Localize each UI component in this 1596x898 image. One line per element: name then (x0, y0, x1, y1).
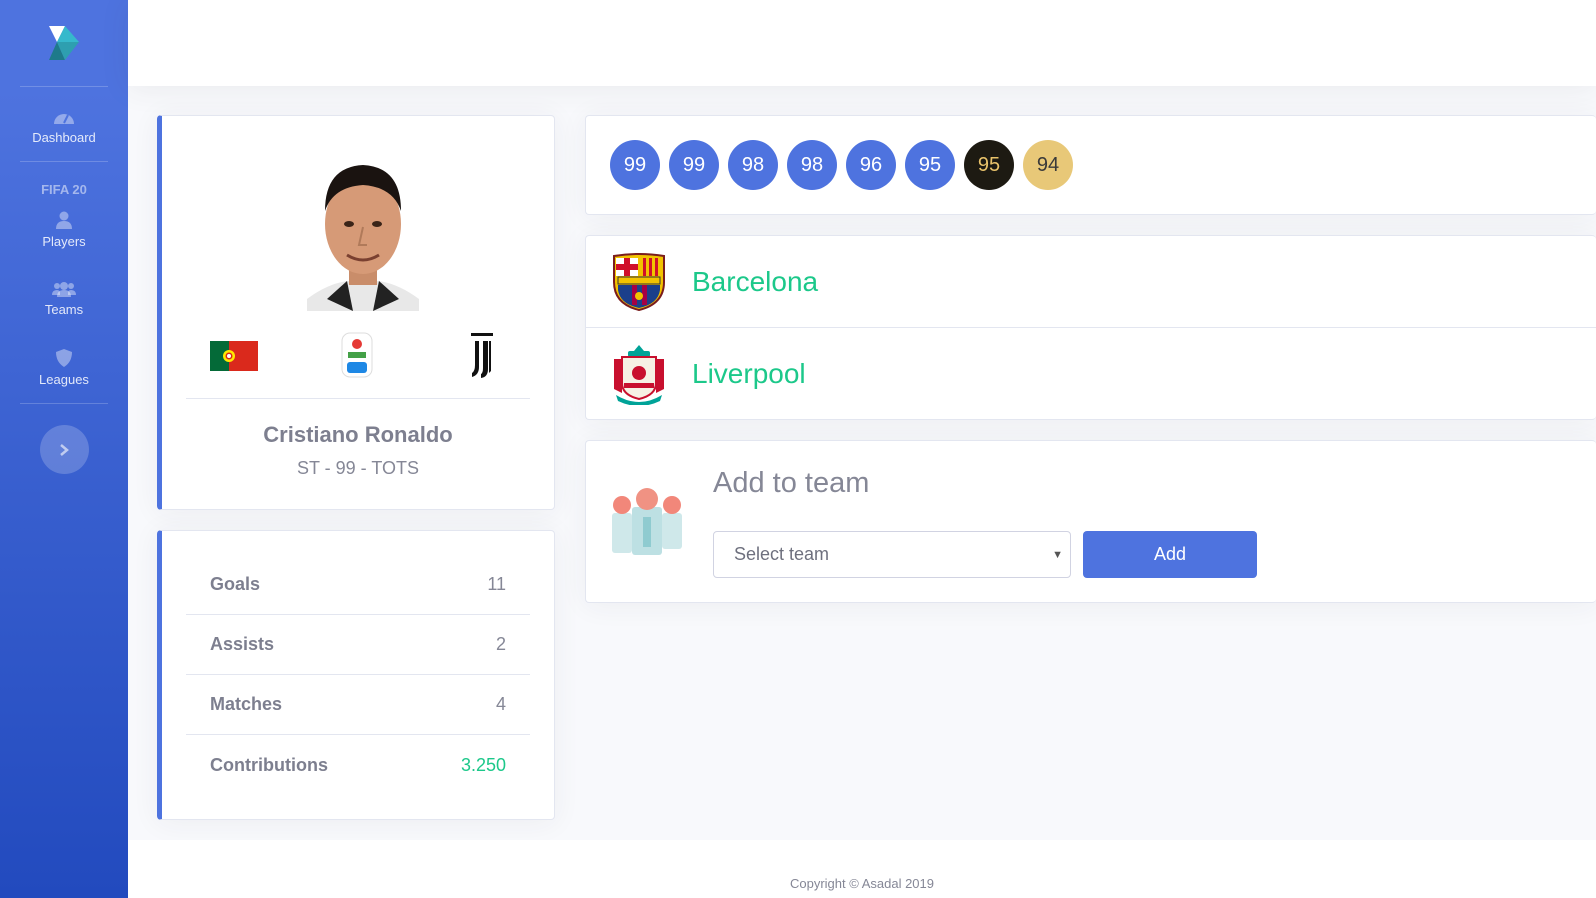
player-subtitle: ST - 99 - TOTS (296, 458, 420, 478)
rating-bubble[interactable]: 98 (728, 140, 778, 190)
sidebar: Dashboard FIFA 20 Players Teams Leagues (0, 0, 128, 898)
stat-row-matches: Matches 4 (186, 675, 530, 735)
stat-row-goals: Goals 11 (186, 555, 530, 615)
team-name: Liverpool (692, 358, 806, 389)
player-name: Cristiano Ronaldo (263, 422, 453, 447)
serie-a-logo-icon (341, 332, 373, 378)
rating-bubble[interactable]: 99 (669, 140, 719, 190)
stat-value: 4 (495, 694, 506, 714)
sidebar-toggle-button[interactable] (39, 425, 89, 474)
team-row-liverpool[interactable]: Liverpool (586, 328, 1596, 420)
caret-down-icon: ▼ (1052, 549, 1063, 561)
stat-label: Goals (210, 574, 261, 594)
topbar (128, 0, 1596, 86)
stat-value: 11 (487, 574, 506, 594)
footer: Copyright © Asadal 2019 (128, 840, 1596, 898)
sidebar-item-label: Leagues (39, 372, 89, 387)
sidebar-item-label: Teams (44, 302, 84, 317)
stat-label: Assists (210, 634, 275, 654)
rating-bubble[interactable]: 95 (964, 140, 1014, 190)
rating-bubble[interactable]: 99 (610, 140, 660, 190)
player-badges (186, 329, 528, 381)
liverpool-crest-icon (614, 345, 664, 405)
user-icon (56, 211, 72, 229)
stat-label: Matches (210, 694, 283, 714)
sidebar-divider (20, 86, 108, 87)
ratings-card: 99 99 98 98 96 95 95 94 (585, 115, 1596, 215)
stat-label: Contributions (210, 754, 328, 775)
sidebar-divider (20, 403, 108, 404)
sidebar-divider (20, 161, 108, 162)
barcelona-crest-icon (613, 252, 665, 311)
stat-value: 2 (495, 634, 506, 654)
add-to-team-title: Add to team (713, 467, 870, 499)
stat-row-assists: Assists 2 (186, 615, 530, 675)
shield-icon (56, 349, 72, 367)
team-group-icon (612, 488, 682, 555)
rating-bubble[interactable]: 94 (1023, 140, 1073, 190)
team-name: Barcelona (692, 265, 819, 297)
player-profile-card: Cristiano Ronaldo ST - 99 - TOTS (157, 115, 555, 510)
team-select[interactable]: Select team ▼ (713, 531, 1071, 578)
dashboard-icon (54, 114, 74, 124)
portugal-flag-icon (210, 341, 258, 371)
sidebar-heading: FIFA 20 (41, 182, 87, 197)
rating-bubble[interactable]: 98 (787, 140, 837, 190)
rating-bubble[interactable]: 96 (846, 140, 896, 190)
teams-card: Barcelona Liverpool (585, 235, 1596, 420)
stat-value: 3.250 (460, 754, 506, 775)
add-button[interactable]: Add (1083, 531, 1257, 578)
stat-row-contributions: Contributions 3.250 (186, 735, 530, 795)
profile-divider (186, 398, 530, 399)
sidebar-item-label: Players (42, 234, 86, 249)
juventus-logo-icon (471, 333, 493, 378)
sidebar-item-teams[interactable]: Teams (0, 281, 128, 317)
sidebar-item-dashboard[interactable]: Dashboard (0, 109, 128, 145)
player-stats-card: Goals 11 Assists 2 Matches 4 Contributio… (157, 530, 555, 820)
chevron-right-icon (60, 443, 69, 456)
sidebar-item-players[interactable]: Players (0, 211, 128, 249)
add-to-team-card: Add to team Select team ▼ Add (585, 440, 1596, 603)
sidebar-item-leagues[interactable]: Leagues (0, 349, 128, 387)
footer-copyright: Copyright © Asadal 2019 (789, 876, 934, 891)
team-select-value: Select team (734, 544, 830, 564)
sidebar-item-label: Dashboard (32, 130, 96, 145)
rating-bubble[interactable]: 95 (905, 140, 955, 190)
player-photo (307, 165, 419, 311)
users-icon (52, 282, 76, 297)
team-row-barcelona[interactable]: Barcelona (586, 236, 1596, 328)
logo-icon (49, 26, 79, 60)
brand-logo[interactable] (0, 0, 128, 86)
